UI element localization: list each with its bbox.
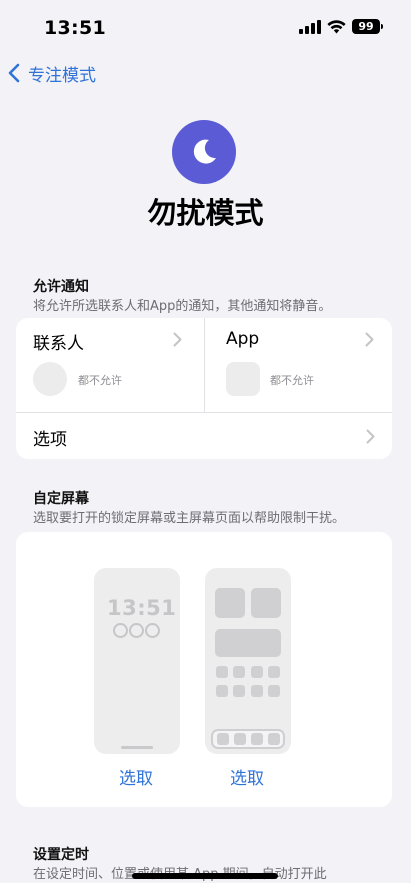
chevron-left-icon: [8, 63, 20, 83]
section-heading-custom-screens: 自定屏幕: [33, 491, 89, 507]
page-title: 勿扰模式: [147, 196, 264, 230]
back-label: 专注模式: [28, 65, 96, 86]
home-indicator: [121, 746, 153, 749]
dock-icon-placeholder: [251, 733, 263, 745]
app-icon-placeholder: [233, 685, 245, 697]
back-button[interactable]: 专注模式: [8, 60, 96, 86]
dock: [211, 729, 285, 749]
widget-placeholder: [215, 588, 245, 618]
choose-home-screen-button[interactable]: 选取: [230, 764, 264, 789]
section-description-allowed-notifications: 将允许所选联系人和App的通知，其他通知将静音。: [33, 299, 332, 314]
status-time: 13:51: [44, 17, 106, 39]
cellular-signal-icon: [299, 20, 321, 34]
lock-screen-preview[interactable]: 13:51: [94, 568, 180, 754]
widget-ring: [129, 623, 144, 638]
chevron-right-icon: [365, 332, 374, 347]
dock-icon-placeholder: [217, 733, 229, 745]
chevron-right-icon: [366, 429, 375, 444]
options-label: 选项: [33, 430, 67, 450]
apps-status: 都不允许: [270, 374, 314, 387]
chevron-right-icon: [173, 332, 182, 347]
contact-placeholder-avatar: [33, 362, 67, 396]
lock-screen-time: 13:51: [107, 596, 177, 620]
section-heading-schedule: 设置定时: [33, 847, 89, 863]
app-icon-placeholder: [268, 685, 280, 697]
app-icon-placeholder: [251, 666, 263, 678]
app-icon-placeholder: [216, 666, 228, 678]
people-cell[interactable]: 联系人 都不允许: [16, 318, 204, 412]
app-placeholder-icon: [226, 362, 260, 396]
widget-ring: [113, 623, 128, 638]
options-row[interactable]: 选项: [16, 413, 392, 459]
section-description-custom-screens: 选取要打开的锁定屏幕或主屏幕页面以帮助限制干扰。: [33, 511, 346, 526]
section-heading-allowed-notifications: 允许通知: [33, 279, 89, 295]
wifi-icon: [327, 20, 346, 34]
custom-screens-card: [16, 532, 392, 807]
status-bar: 13:51 99: [0, 0, 411, 54]
people-status: 都不允许: [78, 374, 122, 387]
apps-cell[interactable]: App 都不允许: [205, 318, 392, 412]
widget-ring: [145, 623, 160, 638]
home-indicator-bar: [132, 873, 278, 879]
dock-icon-placeholder: [234, 733, 246, 745]
widget-placeholder: [251, 588, 281, 618]
widget-placeholder: [215, 629, 281, 657]
app-icon-placeholder: [216, 685, 228, 697]
moon-icon: [193, 139, 216, 164]
home-screen-preview[interactable]: [205, 568, 291, 754]
app-icon-placeholder: [251, 685, 263, 697]
apps-label: App: [226, 329, 260, 349]
app-icon-placeholder: [233, 666, 245, 678]
battery-indicator: 99: [352, 19, 383, 34]
people-label: 联系人: [33, 334, 84, 354]
dock-icon-placeholder: [268, 733, 280, 745]
app-icon-placeholder: [268, 666, 280, 678]
focus-mode-icon: [172, 120, 236, 184]
choose-lock-screen-button[interactable]: 选取: [119, 764, 153, 789]
